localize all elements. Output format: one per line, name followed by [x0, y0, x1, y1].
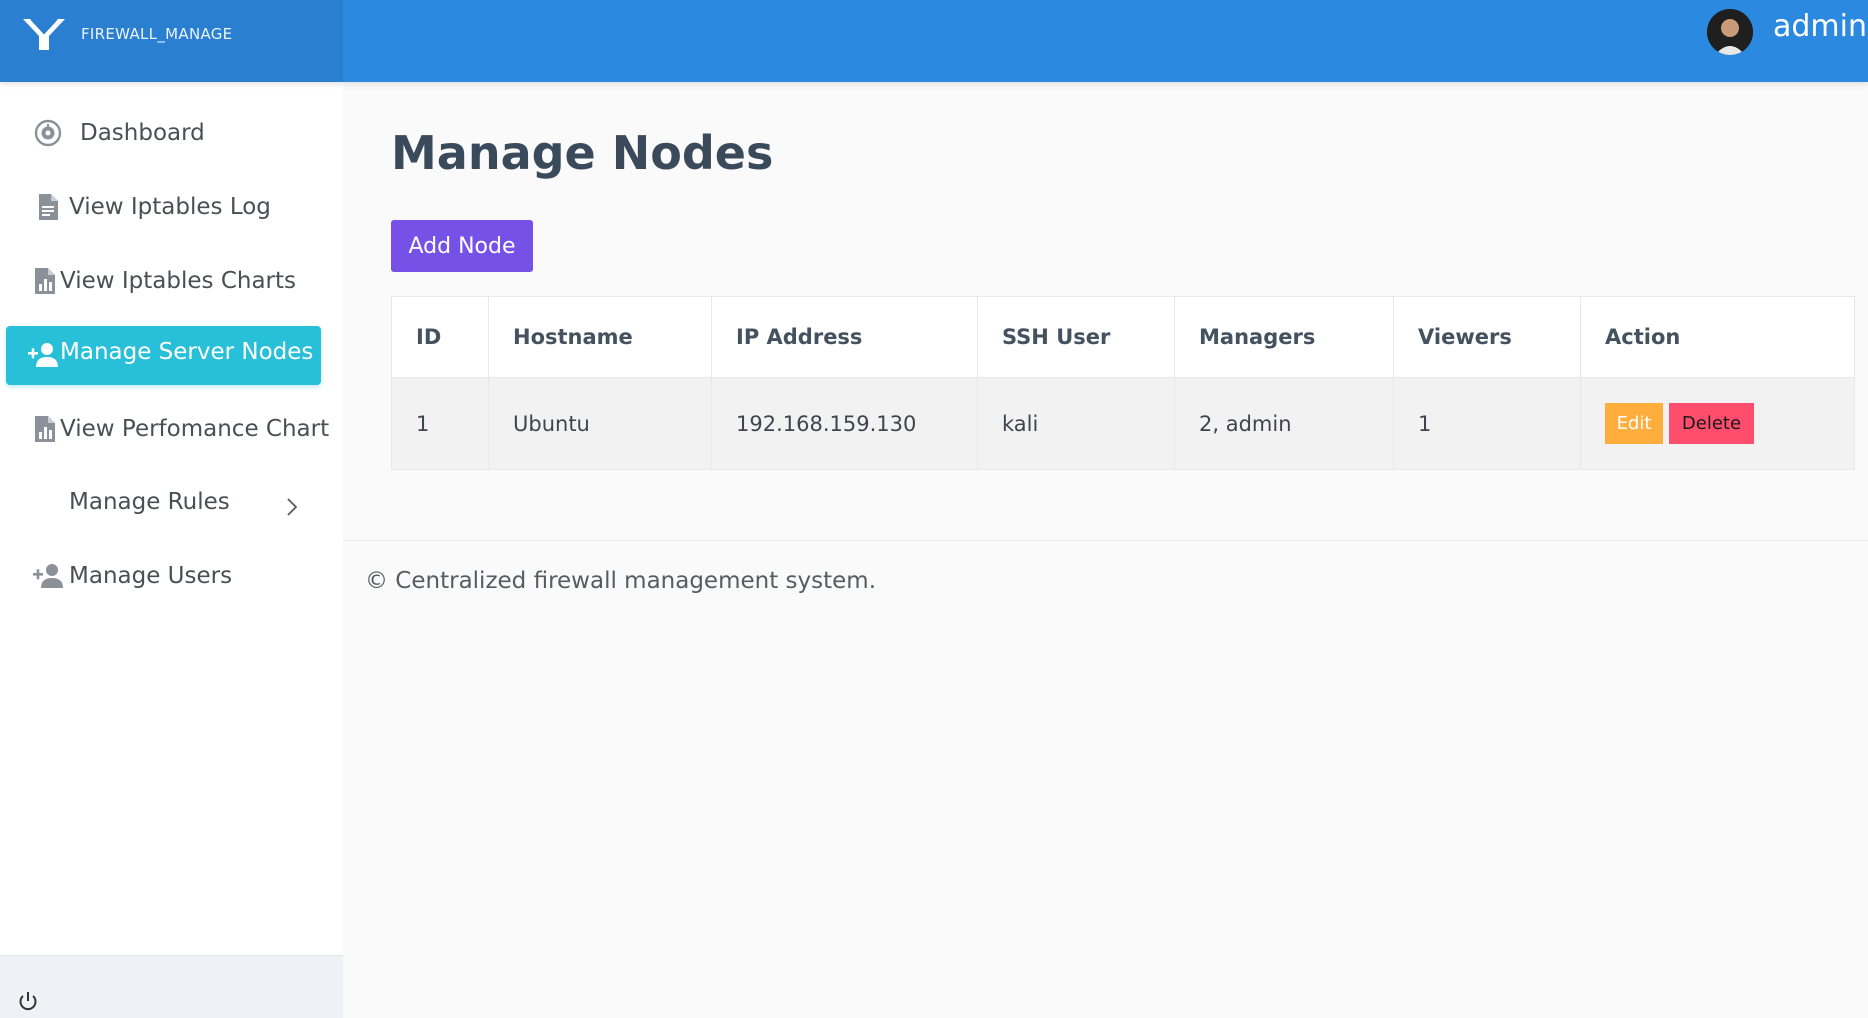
cell-viewers: 1 — [1393, 378, 1580, 469]
top-navbar: FIREWALL_MANAGE admin — [0, 0, 1868, 82]
sidebar-item-label: View Iptables Charts — [60, 268, 297, 294]
add-user-icon — [28, 343, 58, 367]
sidebar-item-label: Manage Users — [69, 563, 233, 589]
footer-divider — [343, 540, 1868, 541]
sidebar-item-manage-rules[interactable]: Manage Rules — [0, 473, 343, 531]
column-header-ssh-user: SSH User — [977, 297, 1174, 377]
sidebar: Dashboard View Iptables Log View Iptable… — [0, 82, 343, 1018]
document-icon — [39, 194, 58, 220]
brand-name: FIREWALL_MANAGE — [81, 25, 233, 43]
column-header-ip-address: IP Address — [711, 297, 977, 377]
sidebar-item-manage-server-nodes[interactable]: Manage Server Nodes — [6, 326, 321, 385]
sidebar-item-manage-users[interactable]: Manage Users — [0, 547, 343, 605]
power-icon[interactable] — [17, 990, 39, 1012]
column-header-viewers: Viewers — [1393, 297, 1580, 377]
sidebar-item-label: View Iptables Log — [69, 194, 271, 220]
brand-logo-icon — [23, 18, 65, 50]
cell-id: 1 — [416, 411, 430, 436]
chevron-right-icon — [287, 498, 298, 516]
main-content: Manage Nodes Add Node ID Hostname IP Add… — [343, 82, 1868, 1018]
cell-action: Edit Delete — [1580, 378, 1854, 469]
sidebar-item-label: Manage Server Nodes — [60, 339, 314, 365]
add-node-button[interactable]: Add Node — [391, 220, 533, 272]
avatar-image-icon — [1707, 9, 1753, 55]
sidebar-item-iptables-charts[interactable]: View Iptables Charts — [0, 252, 343, 310]
cell-hostname: Ubuntu — [488, 378, 711, 469]
sidebar-item-dashboard[interactable]: Dashboard — [0, 104, 343, 162]
column-header-action: Action — [1580, 297, 1854, 377]
sidebar-item-iptables-log[interactable]: View Iptables Log — [0, 178, 343, 236]
add-user-icon — [33, 564, 63, 588]
sidebar-item-label: Manage Rules — [69, 489, 230, 515]
table-row: 1 Ubuntu 192.168.159.130 kali 2, admin 1… — [392, 377, 1854, 469]
avatar[interactable] — [1707, 9, 1753, 55]
brand[interactable]: FIREWALL_MANAGE — [0, 0, 343, 82]
cell-managers: 2, admin — [1174, 378, 1393, 469]
sidebar-item-performance-chart[interactable]: View Perfomance Chart — [0, 400, 343, 458]
sidebar-item-label: View Perfomance Chart — [60, 416, 330, 442]
username[interactable]: admin — [1773, 9, 1867, 44]
footer-copyright: © Centralized firewall management system… — [365, 568, 877, 594]
edit-button[interactable]: Edit — [1605, 403, 1663, 444]
delete-button[interactable]: Delete — [1669, 403, 1754, 444]
sidebar-item-label: Dashboard — [80, 120, 205, 146]
chart-file-icon — [35, 268, 55, 294]
cell-ip-address: 192.168.159.130 — [711, 378, 977, 469]
cell-ssh-user: kali — [977, 378, 1174, 469]
table-header-row: ID Hostname IP Address SSH User Managers… — [392, 297, 1854, 377]
column-header-managers: Managers — [1174, 297, 1393, 377]
page-title: Manage Nodes — [391, 126, 774, 180]
dashboard-gauge-icon — [34, 119, 62, 147]
column-header-hostname: Hostname — [488, 297, 711, 377]
sidebar-footer — [0, 955, 343, 1018]
chart-file-icon — [35, 416, 55, 442]
column-header-id: ID — [416, 325, 442, 349]
nodes-table: ID Hostname IP Address SSH User Managers… — [391, 296, 1855, 470]
app-root: FIREWALL_MANAGE admin Dashboard View Ipt… — [0, 0, 1868, 1018]
